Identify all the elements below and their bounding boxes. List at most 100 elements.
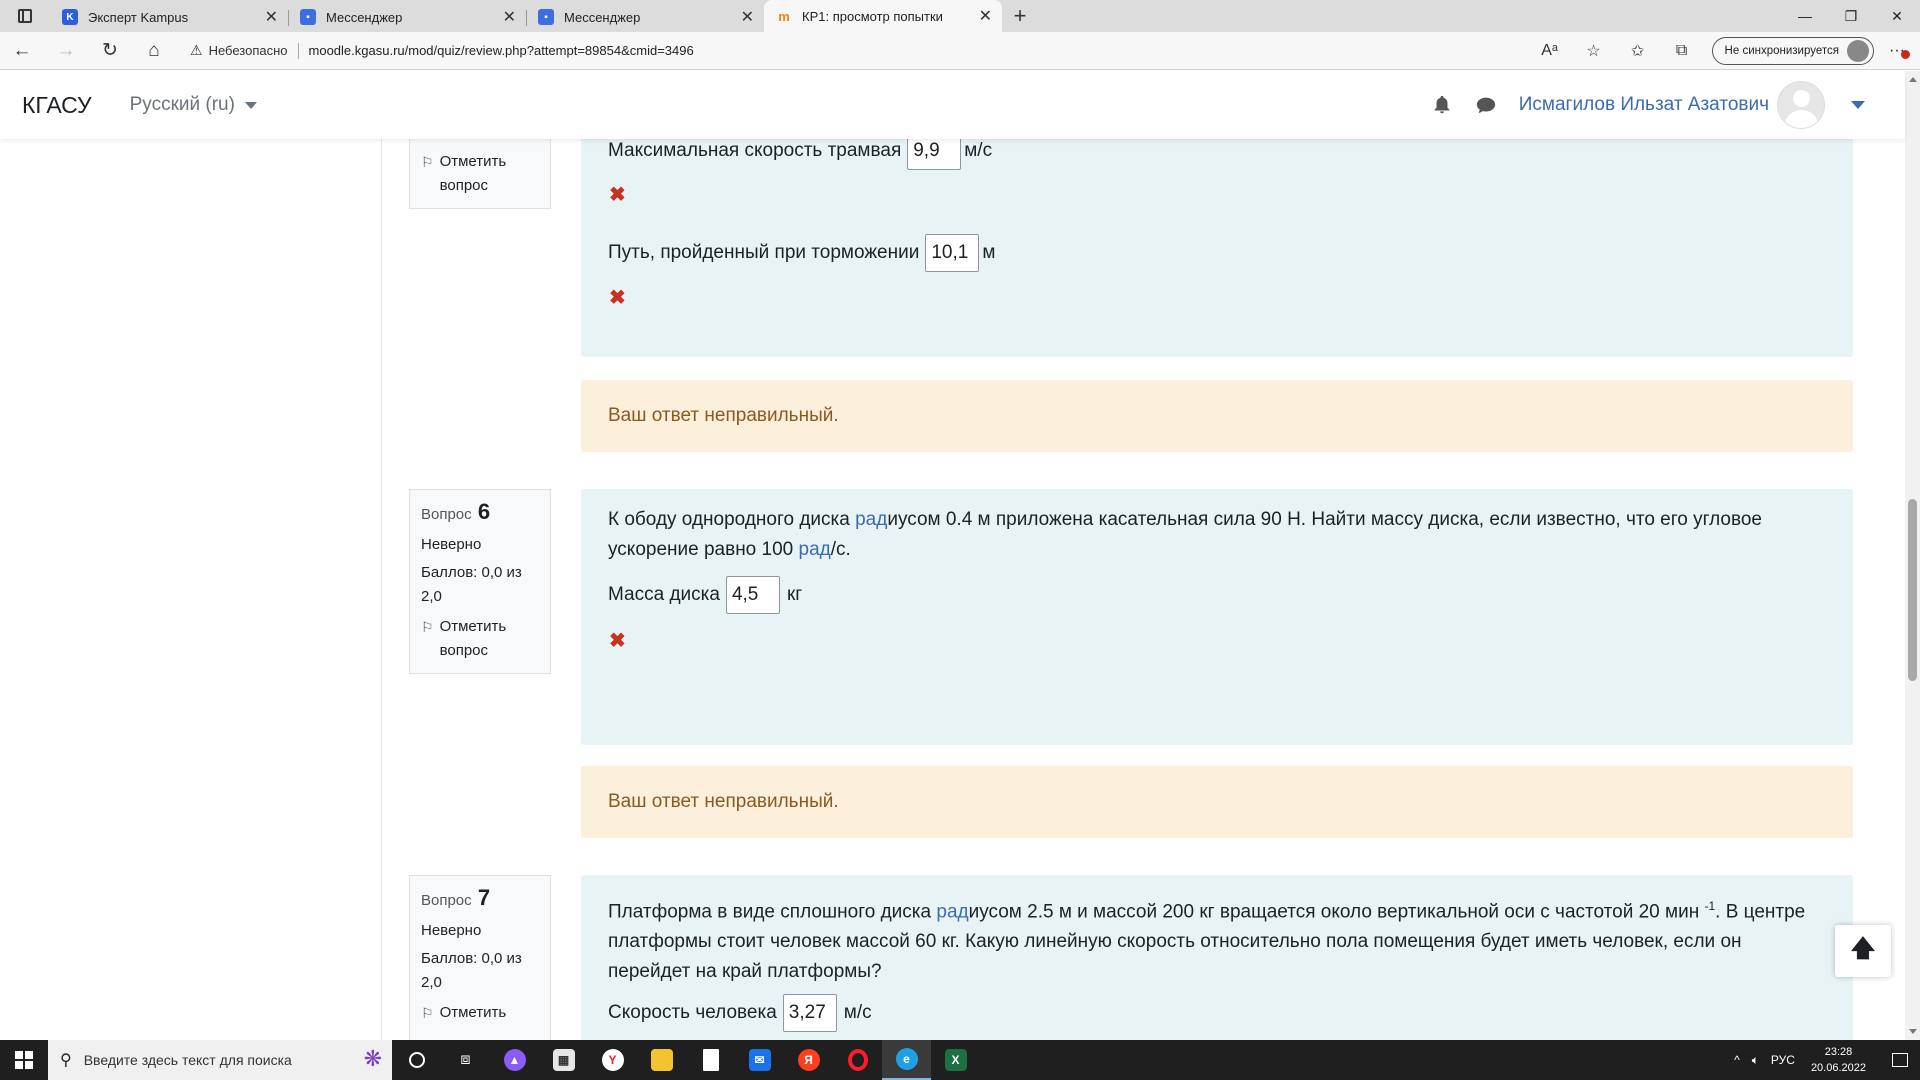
answer-label: Масса диска — [608, 584, 720, 605]
question-prefix: Вопрос — [421, 892, 472, 909]
window-controls: — ❐ ✕ — [1782, 0, 1920, 32]
taskbar-search-input[interactable]: ⚲ Введите здесь текст для поиска ❋ — [48, 1040, 392, 1080]
chat-icon[interactable] — [1475, 94, 1497, 116]
answer-input[interactable]: 4,5 — [725, 576, 780, 614]
volume-icon[interactable]: 🔈︎ — [1752, 1053, 1759, 1068]
back-to-top-button[interactable]: 🡅 — [1835, 925, 1891, 977]
yandex-browser-icon[interactable]: Y — [588, 1040, 637, 1080]
tab-title: Мессенджер — [564, 9, 641, 25]
minimize-icon[interactable]: — — [1782, 0, 1828, 32]
collections-icon[interactable]: ⧉ — [1660, 42, 1704, 60]
opera-icon[interactable] — [833, 1040, 882, 1080]
edge-icon[interactable]: e — [882, 1040, 931, 1080]
answer-row: Путь, пройденный при торможении 10,1 м — [608, 234, 995, 272]
browser-tab-kampus[interactable]: K Эксперт Kampus ✕ — [50, 2, 288, 32]
read-aloud-icon[interactable]: Aᵃ — [1528, 42, 1572, 60]
close-icon[interactable]: ✕ — [265, 7, 278, 27]
warning-icon: ⚠ — [190, 42, 203, 58]
chevron-down-icon — [244, 101, 257, 109]
settings-menu-icon[interactable]: ··· — [1882, 42, 1912, 60]
question-grade: Баллов: 0,0 из 2,0 — [421, 950, 522, 991]
answer-input[interactable]: 9,9 — [907, 139, 962, 170]
superscript: -1 — [1704, 899, 1716, 913]
incorrect-icon: ✖ — [609, 184, 626, 206]
question-state: Неверно — [421, 922, 482, 939]
notification-badge — [1901, 49, 1910, 59]
drawer-divider — [381, 139, 382, 1040]
excel-icon[interactable]: X — [931, 1040, 980, 1080]
question-5-feedback: Ваш ответ неправильный. — [581, 380, 1853, 452]
kampus-icon: K — [62, 9, 78, 25]
clock-date: 20.06.2022 — [1810, 1062, 1866, 1074]
clock[interactable]: 23:28 20.06.2022 — [1811, 1044, 1866, 1076]
task-view-icon[interactable]: ⧈ — [441, 1040, 490, 1080]
glossary-link[interactable]: рад — [799, 539, 831, 560]
answer-input[interactable]: 10,1 — [925, 234, 980, 272]
close-icon[interactable]: ✕ — [741, 7, 754, 27]
question-text: Платформа в виде сплошного диска радиусо… — [608, 891, 1826, 987]
site-brand[interactable]: КГАСУ — [22, 92, 92, 119]
question-5-info: ⚐ Отметить вопрос — [409, 139, 551, 209]
chevron-up-icon[interactable]: ^ — [1734, 1053, 1740, 1067]
back-button[interactable]: ← — [0, 32, 44, 70]
alice-icon[interactable]: ▲ — [490, 1040, 539, 1080]
scroll-up-icon[interactable] — [1909, 77, 1917, 82]
bell-icon[interactable] — [1431, 94, 1453, 116]
glossary-link[interactable]: рад — [936, 901, 968, 922]
site-navbar: КГАСУ Русский (ru) Исмагилов Ильзат Азат… — [0, 71, 1905, 139]
browser-tab-quiz-review[interactable]: m КР1: просмотр попытки ✕ — [764, 0, 1002, 32]
user-nav: Исмагилов Ильзат Азатович — [1431, 81, 1865, 129]
answer-unit: кг — [786, 584, 803, 605]
incorrect-icon: ✖ — [609, 287, 626, 309]
mail-icon[interactable]: ✉ — [735, 1040, 784, 1080]
forward-button[interactable]: → — [44, 32, 88, 70]
yandex-icon[interactable]: Я — [784, 1040, 833, 1080]
windows-start-button[interactable] — [0, 1040, 48, 1080]
toolbar-right: Aᵃ ☆ ✩ ⧉ Не синхронизируется ··· — [1528, 32, 1920, 70]
text: иусом 2.5 м и массой 200 кг вращается ок… — [968, 901, 1705, 923]
user-avatar[interactable] — [1777, 81, 1825, 129]
cortana-icon[interactable] — [392, 1040, 441, 1080]
flag-question-link[interactable]: ⚐ Отметить — [421, 1001, 539, 1025]
page-scrollbar[interactable] — [1905, 71, 1920, 1040]
question-number: Вопрос 7 — [421, 886, 539, 913]
question-prefix: Вопрос — [421, 506, 472, 523]
answer-unit: м — [982, 242, 996, 263]
quiz-review-page: ⚐ Отметить вопрос Максимальная скорость … — [0, 139, 1905, 1040]
store-icon[interactable]: ▦ — [539, 1040, 588, 1080]
flag-question-link[interactable]: ⚐ Отметить вопрос — [421, 150, 539, 198]
question-text: К ободу однородного диска радиусом 0.4 м… — [608, 505, 1826, 565]
chevron-down-icon[interactable] — [1851, 101, 1865, 109]
answer-input[interactable]: 3,27 — [782, 994, 837, 1032]
user-name[interactable]: Исмагилов Ильзат Азатович — [1519, 94, 1769, 116]
add-favorite-icon[interactable]: ☆ — [1572, 41, 1616, 61]
scroll-thumb[interactable] — [1908, 499, 1917, 681]
browser-tab-messenger-2[interactable]: ▪ Мессенджер ✕ — [526, 2, 764, 32]
restore-icon[interactable]: ❐ — [1828, 0, 1874, 32]
profile-sync-button[interactable]: Не синхронизируется — [1711, 36, 1874, 65]
tab-actions-icon — [18, 9, 32, 23]
favorites-icon[interactable]: ✩ — [1616, 41, 1660, 61]
scroll-down-icon[interactable] — [1909, 1029, 1917, 1034]
notifications-icon[interactable] — [1880, 1040, 1920, 1080]
file-explorer-icon[interactable] — [637, 1040, 686, 1080]
tab-actions-button[interactable] — [0, 0, 50, 32]
close-icon[interactable]: ✕ — [503, 7, 516, 27]
close-icon[interactable]: ✕ — [979, 6, 992, 26]
url-text: moodle.kgasu.ru/mod/quiz/review.php?atte… — [308, 43, 694, 58]
reload-button[interactable]: ↻ — [88, 32, 132, 70]
question-6-info: Вопрос 6 Неверно Баллов: 0,0 из 2,0 ⚐ От… — [409, 489, 551, 674]
browser-tab-messenger-1[interactable]: ▪ Мессенджер ✕ — [288, 2, 526, 32]
system-tray: ^ 🔈︎ РУС 23:28 20.06.2022 — [1728, 1040, 1920, 1080]
new-tab-button[interactable]: + — [1002, 0, 1038, 32]
flag-question-link[interactable]: ⚐ Отметить вопрос — [421, 615, 539, 663]
document-icon[interactable] — [686, 1040, 735, 1080]
url-field[interactable]: ⚠ Небезопасно moodle.kgasu.ru/mod/quiz/r… — [176, 36, 1528, 66]
language-menu[interactable]: Русский (ru) — [130, 94, 257, 116]
question-num: 7 — [477, 885, 491, 910]
glossary-link[interactable]: рад — [855, 509, 887, 530]
home-button[interactable]: ⌂ — [132, 32, 176, 70]
keyboard-language[interactable]: РУС — [1771, 1053, 1795, 1067]
window-close-icon[interactable]: ✕ — [1874, 0, 1920, 32]
flag-label: Отметить вопрос — [439, 618, 507, 659]
